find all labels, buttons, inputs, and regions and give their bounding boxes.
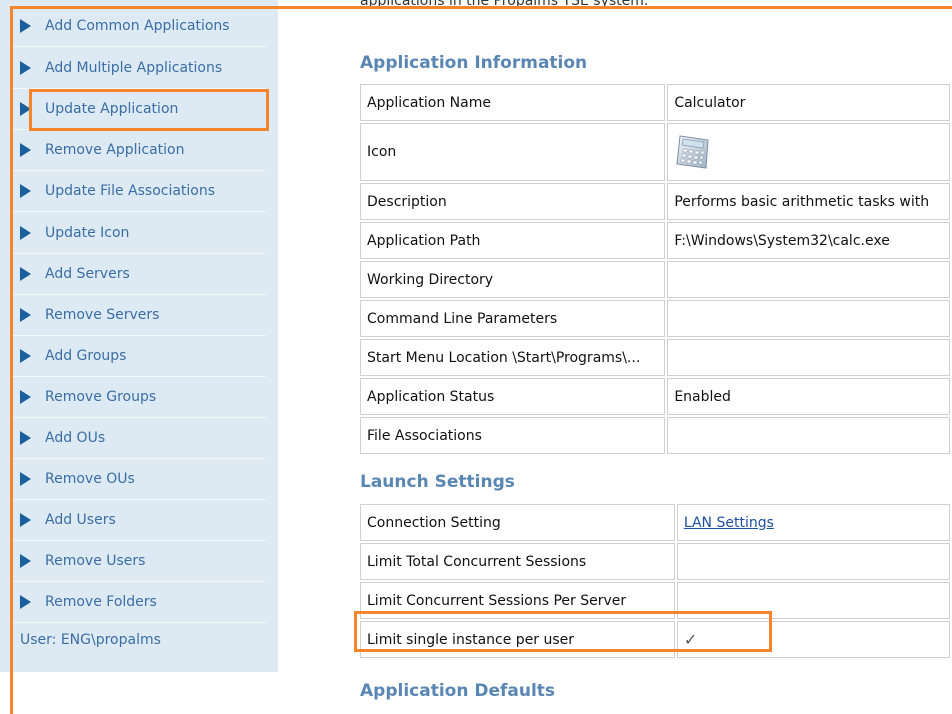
triangle-right-icon [20, 184, 31, 198]
sidebar-item-remove-ous[interactable]: Remove OUs [10, 459, 266, 500]
sidebar-item-update-application[interactable]: Update Application [10, 89, 266, 130]
triangle-right-icon [20, 595, 31, 609]
row-key: Application Status [360, 378, 666, 415]
table-row: Limit Total Concurrent Sessions [360, 543, 950, 580]
sidebar-item-label: Update Application [45, 101, 179, 117]
sidebar-item-label: Add Common Applications [45, 18, 230, 34]
sidebar-item-update-file-associations[interactable]: Update File Associations [10, 171, 266, 212]
sidebar-item-add-groups[interactable]: Add Groups [10, 336, 266, 377]
row-key: Limit Concurrent Sessions Per Server [360, 582, 675, 619]
triangle-right-icon [20, 349, 31, 363]
sidebar-item-update-icon[interactable]: Update Icon [10, 213, 266, 254]
current-user: User: ENG\propalms [20, 632, 161, 648]
sidebar-item-label: Add OUs [45, 430, 106, 446]
row-key: Start Menu Location \Start\Programs\... [360, 339, 666, 376]
row-key: Description [360, 183, 666, 220]
sidebar-item-label: Remove Application [45, 142, 185, 158]
row-key: Limit Total Concurrent Sessions [360, 543, 675, 580]
triangle-right-icon [20, 61, 31, 75]
triangle-right-icon [20, 308, 31, 322]
row-key: Application Name [360, 84, 666, 121]
table-row: Connection Setting LAN Settings [360, 504, 950, 541]
triangle-right-icon [20, 390, 31, 404]
sidebar-item-label: Add Servers [45, 266, 130, 282]
triangle-right-icon [20, 554, 31, 568]
sidebar-item-add-servers[interactable]: Add Servers [10, 254, 266, 295]
sidebar-item-remove-groups[interactable]: Remove Groups [10, 377, 266, 418]
sidebar-item-label: Remove OUs [45, 471, 135, 487]
table-row: Start Menu Location \Start\Programs\... [360, 339, 950, 376]
row-key: Icon [360, 123, 666, 181]
sidebar-item-add-users[interactable]: Add Users [10, 500, 266, 541]
triangle-right-icon [20, 226, 31, 240]
triangle-right-icon [20, 19, 31, 33]
table-row: Application Path F:\Windows\System32\cal… [360, 222, 950, 259]
row-key: Connection Setting [360, 504, 675, 541]
row-value [667, 123, 950, 181]
section-heading-launch-settings: Launch Settings [360, 472, 515, 492]
calculator-icon [676, 135, 709, 169]
launch-settings-table: Connection Setting LAN Settings Limit To… [358, 502, 952, 660]
sidebar-item-remove-users[interactable]: Remove Users [10, 541, 266, 582]
row-value [667, 417, 950, 454]
sidebar-item-remove-application[interactable]: Remove Application [10, 130, 266, 171]
row-value: Calculator [667, 84, 950, 121]
row-value: Performs basic arithmetic tasks with [667, 183, 950, 220]
row-value [676, 543, 950, 580]
sidebar-item-add-ous[interactable]: Add OUs [10, 418, 266, 459]
triangle-right-icon [20, 513, 31, 527]
row-key: Working Directory [360, 261, 666, 298]
row-value: F:\Windows\System32\calc.exe [667, 222, 950, 259]
sidebar-item-add-common-applications[interactable]: Add Common Applications [10, 6, 266, 47]
lan-settings-link[interactable]: LAN Settings [684, 515, 774, 531]
sidebar-item-label: Remove Users [45, 553, 146, 569]
table-row: Application Status Enabled [360, 378, 950, 415]
sidebar-item-label: Remove Folders [45, 594, 157, 610]
sidebar-item-label: Remove Servers [45, 307, 160, 323]
sidebar-item-label: Update File Associations [45, 183, 216, 199]
table-row: Limit Concurrent Sessions Per Server [360, 582, 950, 619]
row-value [667, 300, 950, 337]
table-row: Limit single instance per user ✓ [360, 621, 950, 658]
row-key: Limit single instance per user [360, 621, 675, 658]
sidebar-item-label: Add Multiple Applications [45, 60, 223, 76]
triangle-right-icon [20, 267, 31, 281]
sidebar: Add Common Applications Add Multiple App… [0, 0, 278, 672]
sidebar-item-add-multiple-applications[interactable]: Add Multiple Applications [10, 48, 266, 89]
triangle-right-icon [20, 102, 31, 116]
row-value: LAN Settings [676, 504, 950, 541]
sidebar-item-label: Add Groups [45, 348, 127, 364]
sidebar-item-remove-servers[interactable]: Remove Servers [10, 295, 266, 336]
triangle-right-icon [20, 431, 31, 445]
row-key: File Associations [360, 417, 666, 454]
table-row: Working Directory [360, 261, 950, 298]
table-row: File Associations [360, 417, 950, 454]
row-value [667, 261, 950, 298]
triangle-right-icon [20, 472, 31, 486]
table-row: Icon [360, 123, 950, 181]
section-heading-application-information: Application Information [360, 53, 588, 73]
table-row: Application Name Calculator [360, 84, 950, 121]
sidebar-item-label: Remove Groups [45, 389, 157, 405]
checkmark-icon: ✓ [683, 630, 698, 649]
table-row: Description Performs basic arithmetic ta… [360, 183, 950, 220]
row-value: ✓ [676, 621, 950, 658]
section-heading-application-defaults: Application Defaults [360, 681, 556, 701]
row-value: Enabled [667, 378, 950, 415]
intro-text: applications in the Propalms TSE system. [360, 0, 649, 9]
triangle-right-icon [20, 143, 31, 157]
sidebar-item-label: Add Users [45, 512, 116, 528]
sidebar-item-remove-folders[interactable]: Remove Folders [10, 582, 266, 623]
row-value [676, 582, 950, 619]
row-value [667, 339, 950, 376]
row-key: Command Line Parameters [360, 300, 666, 337]
sidebar-item-label: Update Icon [45, 225, 130, 241]
application-information-table: Application Name Calculator Icon Descrip… [358, 82, 952, 456]
row-key: Application Path [360, 222, 666, 259]
table-row: Command Line Parameters [360, 300, 950, 337]
